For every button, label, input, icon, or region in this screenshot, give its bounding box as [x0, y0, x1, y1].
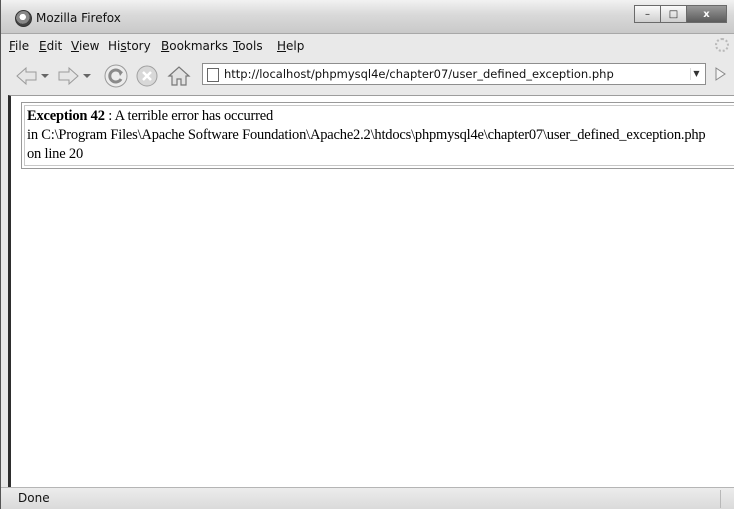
chevron-down-icon: [83, 74, 91, 78]
go-button[interactable]: [710, 64, 730, 84]
menu-tools[interactable]: Tools: [233, 39, 263, 53]
minimize-button[interactable]: –: [634, 5, 661, 23]
home-icon: [167, 66, 191, 86]
status-text: Done: [18, 491, 50, 505]
window-controls: – □ x: [634, 5, 727, 23]
chevron-down-icon[interactable]: ▼: [690, 68, 702, 80]
reload-button[interactable]: [104, 64, 128, 88]
go-icon: [715, 67, 726, 81]
maximize-button[interactable]: □: [660, 5, 687, 23]
title-bar: Mozilla Firefox – □ x: [1, 0, 734, 34]
menu-bookmarks[interactable]: Bookmarks: [161, 39, 228, 53]
stop-icon: [136, 65, 158, 87]
menu-view[interactable]: View: [71, 39, 99, 53]
forward-button[interactable]: [56, 64, 80, 88]
reload-icon: [104, 64, 128, 88]
browser-window: Mozilla Firefox – □ x File Edit View His…: [0, 0, 734, 509]
url-input[interactable]: http://localhost/phpmysql4e/chapter07/us…: [224, 67, 614, 81]
exception-file-path: in C:\Program Files\Apache Software Foun…: [27, 127, 706, 143]
menu-help[interactable]: Help: [277, 39, 304, 53]
exception-table: Exception 42 : A terrible error has occu…: [21, 102, 734, 169]
back-arrow-icon: [16, 66, 37, 86]
exception-cell: Exception 42 : A terrible error has occu…: [24, 105, 734, 166]
window-title: Mozilla Firefox: [36, 11, 121, 25]
menu-bar: File Edit View History Bookmarks Tools H…: [1, 36, 734, 56]
stop-button[interactable]: [135, 64, 159, 88]
forward-arrow-icon: [58, 66, 79, 86]
forward-history-dropdown[interactable]: [81, 64, 93, 88]
close-button[interactable]: x: [686, 5, 727, 23]
back-button[interactable]: [15, 64, 39, 88]
back-history-dropdown[interactable]: [39, 64, 51, 88]
home-button[interactable]: [167, 64, 191, 88]
status-bar: Done: [1, 487, 734, 509]
menu-history[interactable]: History: [108, 39, 151, 53]
address-bar[interactable]: http://localhost/phpmysql4e/chapter07/us…: [202, 63, 706, 85]
page-content: Exception 42 : A terrible error has occu…: [8, 95, 734, 487]
resize-grip[interactable]: [720, 490, 734, 508]
chevron-down-icon: [41, 74, 49, 78]
exception-label: Exception 42: [27, 108, 105, 124]
activity-throbber-icon: [715, 38, 729, 52]
exception-message: : A terrible error has occurred: [104, 108, 274, 124]
menu-file[interactable]: File: [9, 39, 29, 53]
firefox-logo-icon: [15, 10, 32, 27]
page-icon: [207, 68, 219, 82]
exception-line-number: on line 20: [27, 146, 83, 162]
menu-edit[interactable]: Edit: [39, 39, 62, 53]
exception-heading: Exception 42 : A terrible error has occu…: [27, 108, 273, 125]
